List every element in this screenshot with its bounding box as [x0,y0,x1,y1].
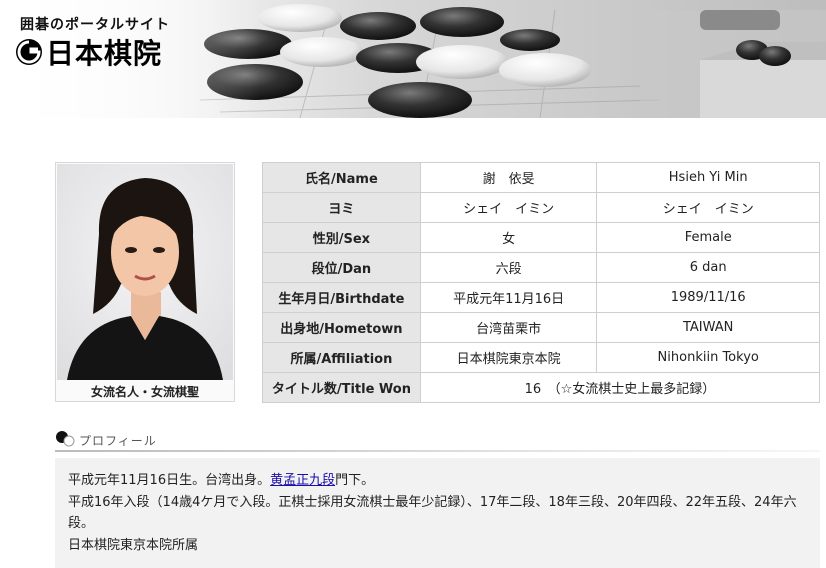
go-stone-logo-icon [16,39,42,65]
row-value-en: 1989/11/16 [596,282,820,313]
row-label: 出身地/Hometown [262,312,421,343]
row-label: 性別/Sex [262,222,421,253]
profile-bio-box: 平成元年11月16日生。台湾出身。黄孟正九段門下。 平成16年入段（14歳4ケ月… [55,458,820,568]
go-stones-bullet-icon [56,431,75,447]
row-value-en: Female [596,222,820,253]
section-divider [55,450,820,452]
row-value-jp: 謝 依旻 [419,162,598,193]
nihon-kiin-logo[interactable]: 日本棋院 [14,34,162,70]
row-value-en: 6 dan [596,252,820,283]
player-profile-table: 氏名/Name 謝 依旻 Hsieh Yi Min ヨミ シェイ イミン シェイ… [262,162,821,403]
row-value-jp: 日本棋院東京本院 [419,342,598,373]
row-value-en: TAIWAN [596,312,820,343]
table-row: ヨミ シェイ イミン シェイ イミン [262,192,820,223]
table-row: 氏名/Name 謝 依旻 Hsieh Yi Min [262,162,820,193]
site-tagline: 囲碁のポータルサイト [20,17,170,33]
row-value-en: Nihonkiin Tokyo [596,342,820,373]
row-label: 所属/Affiliation [262,342,421,373]
row-value-jp: 平成元年11月16日 [419,282,598,313]
titles-value: 16 （☆女流棋士史上最多記録） [419,372,821,403]
player-photo-frame: 女流名人・女流棋聖 [55,162,235,402]
table-row: 所属/Affiliation 日本棋院東京本院 Nihonkiin Tokyo [262,342,820,373]
bio-line-1: 平成元年11月16日生。台湾出身。黄孟正九段門下。 [68,470,808,492]
bio-line-1-text: 平成元年11月16日生。台湾出身。 [68,473,271,488]
table-row: 段位/Dan 六段 6 dan [262,252,820,283]
row-value-jp: シェイ イミン [419,192,598,223]
table-row: 性別/Sex 女 Female [262,222,820,253]
teacher-link[interactable]: 黄孟正九段 [270,473,335,488]
bio-line-1-suffix: 門下。 [335,473,375,488]
table-row-titles: タイトル数/Title Won 16 （☆女流棋士史上最多記録） [262,372,821,403]
logo-text: 日本棋院 [46,37,163,70]
bio-line-3: 日本棋院東京本院所属 [68,537,199,553]
player-portrait-image [57,164,233,380]
row-label: ヨミ [262,192,421,223]
titles-label: タイトル数/Title Won [262,372,421,403]
section-title: プロフィール [79,434,157,448]
row-value-en: Hsieh Yi Min [596,162,820,193]
row-label: 氏名/Name [262,162,421,193]
row-value-jp: 台湾苗栗市 [419,312,598,343]
bio-line-2: 平成16年入段（14歳4ケ月で入段。正棋士採用女流棋士最年少記録）、17年二段、… [68,494,797,532]
table-row: 出身地/Hometown 台湾苗栗市 TAIWAN [262,312,820,343]
site-header: 囲碁のポータルサイト 日本棋院 [0,0,826,118]
row-value-jp: 六段 [419,252,598,283]
row-value-en: シェイ イミン [596,192,820,223]
bio-text: 平成元年11月16日生。台湾出身。黄孟正九段門下。 平成16年入段（14歳4ケ月… [68,470,808,556]
row-label: 生年月日/Birthdate [262,282,421,313]
row-label: 段位/Dan [262,252,421,283]
table-row: 生年月日/Birthdate 平成元年11月16日 1989/11/16 [262,282,820,313]
profile-section-heading: プロフィール [55,429,820,452]
photo-caption: 女流名人・女流棋聖 [90,385,199,399]
row-value-jp: 女 [419,222,598,253]
